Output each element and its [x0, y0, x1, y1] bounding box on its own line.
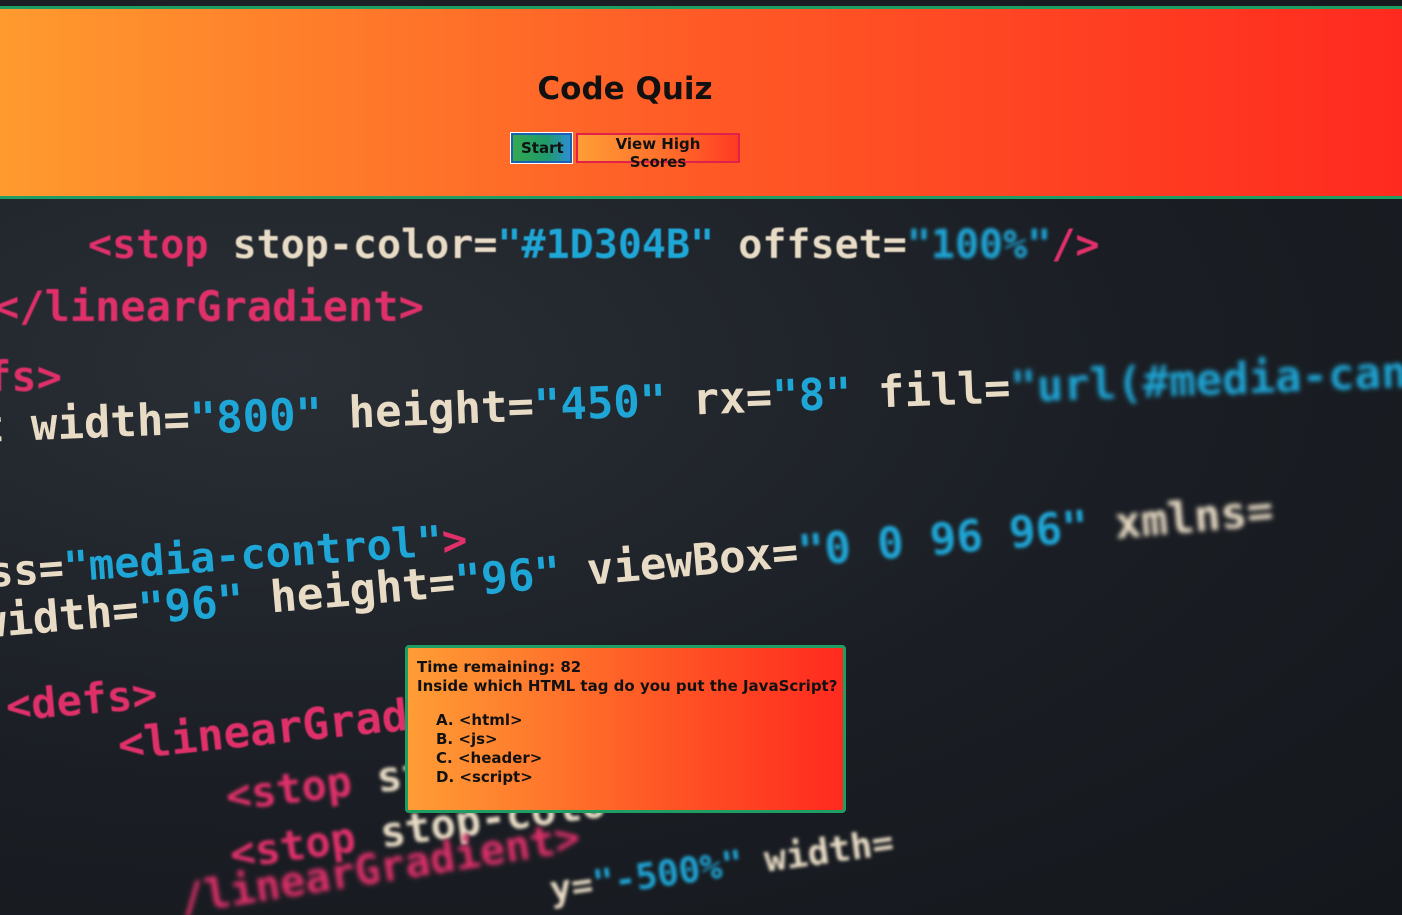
page-title: Code Quiz: [537, 71, 713, 107]
code-token: width=: [740, 821, 897, 884]
start-button[interactable]: Start: [510, 132, 573, 164]
answer-text: <header>: [457, 749, 543, 767]
code-token: "96": [136, 575, 247, 636]
code-line: y="-500%" width=: [547, 822, 896, 911]
timer-label: Time remaining:: [417, 658, 556, 676]
code-token: height=: [321, 380, 535, 440]
view-high-scores-button[interactable]: View High Scores: [576, 133, 740, 171]
answer-text: <html>: [458, 711, 523, 729]
code-token: offset=: [714, 222, 907, 268]
code-token: y=: [547, 864, 596, 911]
answer-option-a[interactable]: A. <html>: [436, 711, 843, 730]
answer-text: <js>: [458, 730, 498, 748]
code-token: "450": [532, 375, 668, 432]
answer-letter: B.: [436, 730, 454, 748]
code-line: fs>: [0, 352, 62, 401]
answer-option-c[interactable]: C. <header>: [436, 749, 843, 768]
answer-list: A. <html> B. <js> C. <header> D. <script…: [417, 711, 843, 787]
code-token: fill=: [850, 362, 1012, 420]
timer: Time remaining: 82: [417, 658, 843, 677]
code-token: "url(#media-canvas)": [1009, 342, 1402, 414]
answer-letter: D.: [436, 768, 455, 786]
code-token: rx=: [665, 371, 774, 427]
code-token: viewBox=: [558, 526, 801, 599]
page-header: Code Quiz Start View High Scores: [0, 6, 1402, 199]
header-button-row: Start View High Scores: [510, 132, 740, 171]
code-token: "-500%": [590, 843, 747, 905]
answer-option-d[interactable]: D. <script>: [436, 768, 843, 787]
code-token: "100%": [906, 222, 1052, 268]
code-token: "8": [771, 368, 853, 423]
answer-option-b[interactable]: B. <js>: [436, 730, 843, 749]
code-token: t width=: [0, 393, 191, 453]
code-line: </linearGradient>: [0, 282, 424, 331]
code-token: "#1D304B": [497, 222, 715, 268]
code-token: "800": [188, 388, 324, 445]
answer-text: <script>: [459, 768, 533, 786]
question-text: Inside which HTML tag do you put the Jav…: [417, 677, 838, 695]
code-token: "96": [452, 547, 563, 608]
code-token: fs>: [0, 352, 62, 401]
code-line: <stop stop-color="#1D304B" offset="100%"…: [88, 222, 1099, 268]
code-token: width=: [0, 584, 141, 649]
quiz-card: Time remaining: 82 Inside which HTML tag…: [405, 645, 846, 813]
code-line: t width="800" height="450" rx="8" fill="…: [0, 342, 1402, 453]
timer-value: 82: [560, 658, 582, 676]
answer-letter: C.: [436, 749, 453, 767]
code-token: </linearGradient>: [0, 282, 424, 331]
code-token: xmlns=: [1086, 484, 1276, 552]
code-token: />: [1051, 222, 1100, 268]
code-token: ss=: [0, 542, 66, 597]
answer-letter: A.: [436, 711, 454, 729]
code-token: stop-color=: [208, 222, 498, 268]
code-token: "0 0 96 96": [795, 501, 1091, 578]
code-token: <stop: [88, 222, 209, 268]
code-token: <stop: [223, 756, 355, 821]
